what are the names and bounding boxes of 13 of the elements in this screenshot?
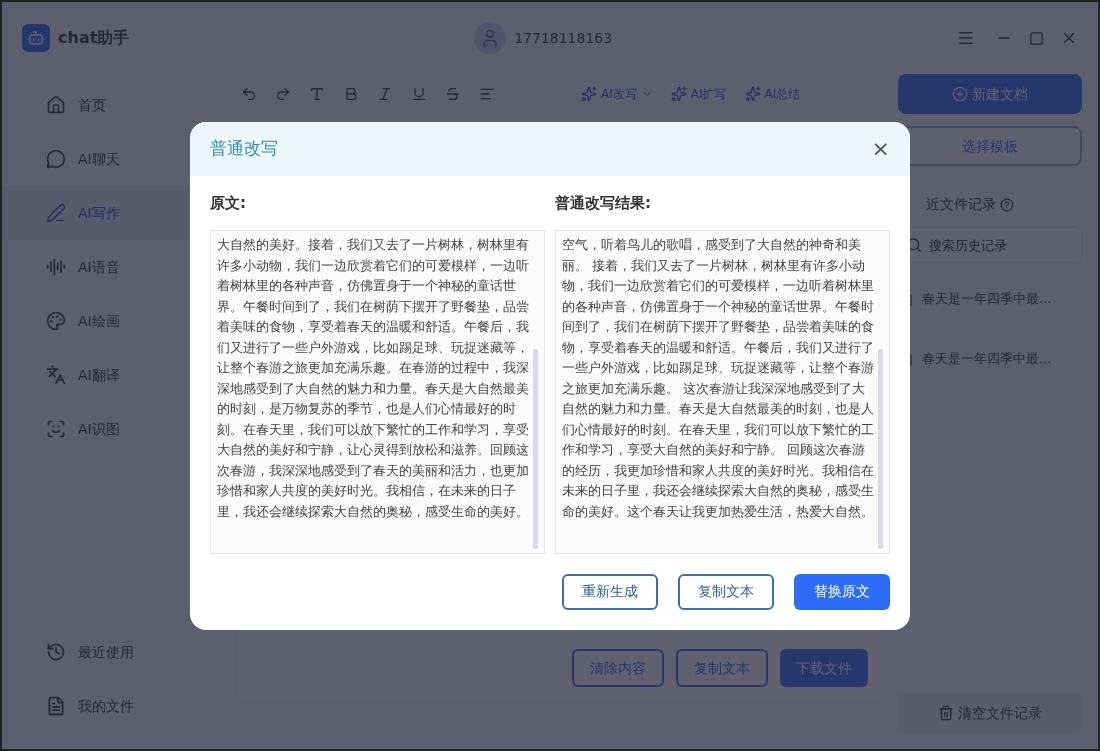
- dialog-title: 普通改写: [210, 136, 278, 160]
- result-text: 空气，听着鸟儿的歌唱，感受到了大自然的神奇和美丽。 接着，我们又去了一片树林，树林里有许多小动物，我们一边欣赏着它们的可爱模样，一边听着树林里的各种声音，仿佛置身于一个神秘的童话世界。午餐时间到了，我们在树荫下摆开了野餐垫，品尝着美味的食物，享受着春天的温暖和舒适。午餐后，我们又进行了一些户外游戏，比如踢足球、玩捉迷藏等，让整个春游之旅更加充满乐趣。 这次春游让我深深地感受到了大自然的魅力和力量。春天是大自然最美的时刻，也是人们心情最好的时刻。在春天里，我们可以放下繁忙的工作和学习，享受大自然的美好和宁静。 回顾这次春游的经历，我更加珍惜和家人共度的美好时光。我相信在未来的日子里，我还会继续探索大自然的奥秘，感受生命的美好。这个春天让我更加热爱生活，热爱大自然。: [562, 236, 874, 521]
- original-text: 大自然的美好。接着，我们又去了一片树林，树林里有许多小动物，我们一边欣赏着它们的可爱模样，一边听着树林里的各种声音，仿佛置身于一个神秘的童话世界。午餐时间到了，我们在树荫下摆开了野餐垫，品尝着美味的食物，享受着春天的温暖和舒适。午餐后，我们又进行了一些户外游戏，比如踢足球、玩捉迷藏等，让整个春游之旅更加充满乐趣。在春游的过程中，我深深地感受到了大自然的魅力和力量。春天是大自然最美的时刻，是万物复苏的季节，也是人们心情最好的时刻。在春天里，我们可以放下繁忙的工作和学习，享受大自然的美好和宁静，让心灵得到放松和滋养。回顾这次春游，我深深地感受到了春天的美丽和活力，也更加珍惜和家人共度的美好时光。我相信，在未来的日子里，我还会继续探索大自然的奥秘，感受生命的美好。: [217, 236, 529, 521]
- scrollbar-icon: [878, 349, 883, 549]
- close-button[interactable]: ×: [871, 137, 890, 160]
- dialog-button[interactable]: 重新生成: [562, 573, 658, 610]
- original-label: 原文:: [210, 192, 247, 214]
- result-label: 普通改写结果:: [555, 192, 652, 214]
- dialog-button[interactable]: 复制文本: [678, 573, 774, 610]
- app-title: chat助手: [58, 27, 130, 49]
- dialog-button[interactable]: 替换原文: [794, 573, 890, 610]
- scrollbar-icon: [533, 349, 538, 549]
- phone-number: 17718118163: [514, 28, 613, 48]
